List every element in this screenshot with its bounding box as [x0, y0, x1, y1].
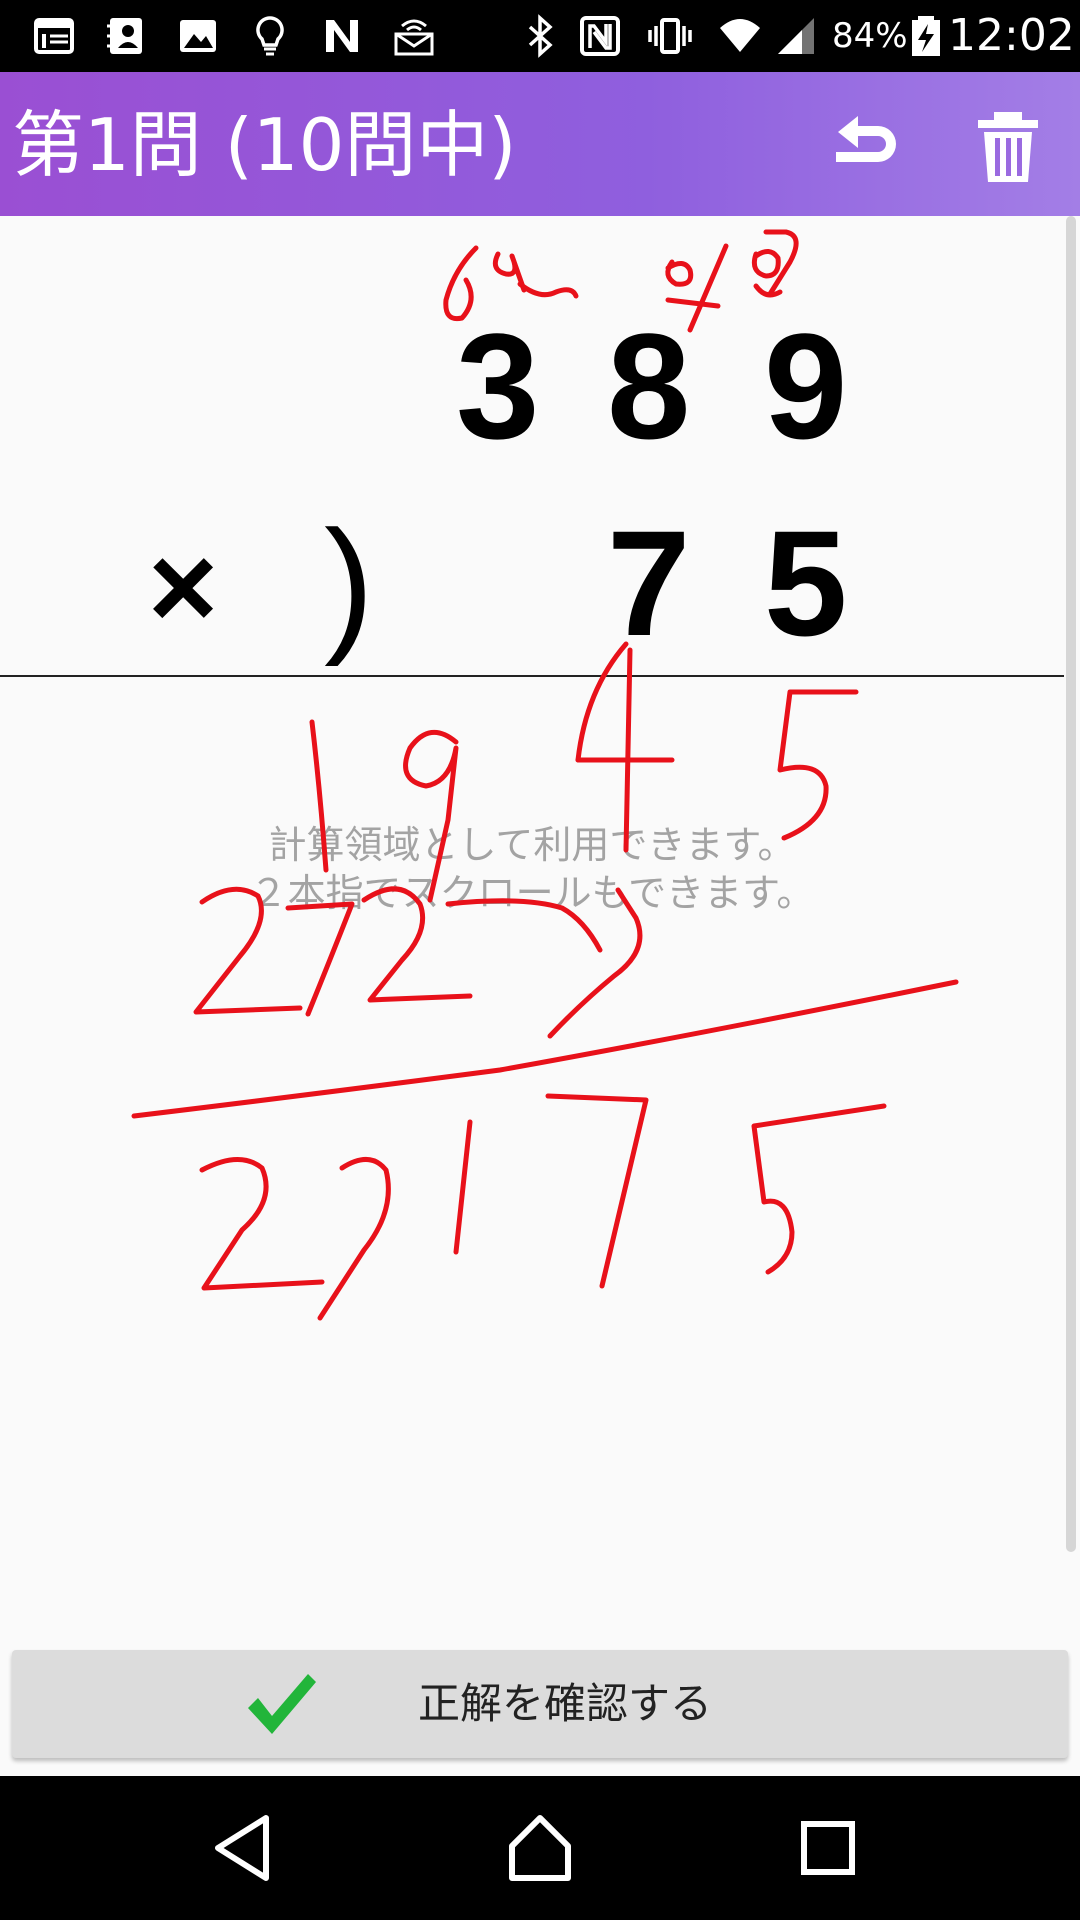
signal-icon	[778, 18, 814, 54]
undo-icon[interactable]	[824, 106, 904, 186]
check-answer-button[interactable]: 正解を確認する	[12, 1650, 1068, 1758]
lightbulb-icon	[256, 16, 284, 56]
app-bar: 第1問 (10問中)	[0, 72, 1080, 216]
scrollbar[interactable]	[1066, 216, 1076, 1552]
clock: 12:02	[948, 10, 1075, 61]
check-answer-label: 正解を確認する	[417, 1679, 712, 1728]
handwriting-layer[interactable]	[0, 216, 1080, 1776]
status-bar: 84% 12:02	[0, 0, 1080, 72]
bluetooth-icon	[528, 14, 553, 58]
cast-mail-icon	[394, 19, 434, 56]
wifi-icon	[720, 19, 760, 52]
home-icon[interactable]	[498, 1806, 582, 1890]
trash-icon[interactable]	[968, 106, 1048, 186]
recents-icon[interactable]	[786, 1806, 870, 1890]
battery-charging-icon	[912, 16, 940, 56]
back-icon[interactable]	[200, 1806, 284, 1890]
news-icon	[34, 18, 74, 54]
battery-percent: 84%	[832, 16, 908, 56]
navigation-bar	[0, 1776, 1080, 1920]
page-title: 第1問 (10問中)	[12, 103, 517, 187]
nfc-icon	[580, 16, 620, 56]
contacts-icon	[107, 18, 142, 54]
n-app-icon	[326, 20, 358, 52]
image-icon	[180, 20, 216, 52]
vibrate-icon	[648, 18, 692, 54]
